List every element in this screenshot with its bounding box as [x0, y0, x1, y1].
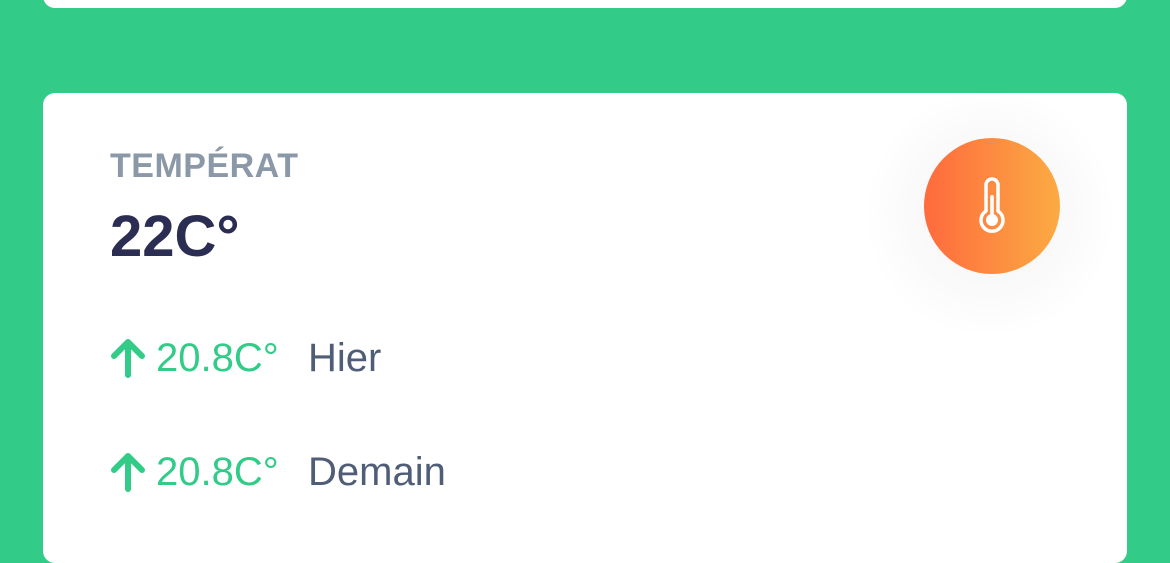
stat-label: Demain — [308, 449, 446, 494]
temperature-value: 22C° — [110, 204, 240, 269]
stat-row-tomorrow: 20.8C° Demain — [110, 447, 446, 497]
arrow-up-icon — [111, 339, 145, 378]
thermometer-badge — [924, 138, 1060, 274]
temperature-card: TEMPÉRAT 22C° 20.8C° Hier 20.8C° Demain — [43, 93, 1127, 563]
card-title: TEMPÉRAT — [110, 147, 299, 185]
stat-row-yesterday: 20.8C° Hier — [110, 333, 381, 383]
stat-label: Hier — [308, 335, 382, 380]
previous-card — [43, 0, 1127, 8]
stat-value: 20.8C° — [156, 449, 279, 494]
arrow-up-icon — [111, 453, 145, 492]
stat-value: 20.8C° — [156, 335, 279, 380]
thermometer-icon — [979, 177, 1005, 233]
